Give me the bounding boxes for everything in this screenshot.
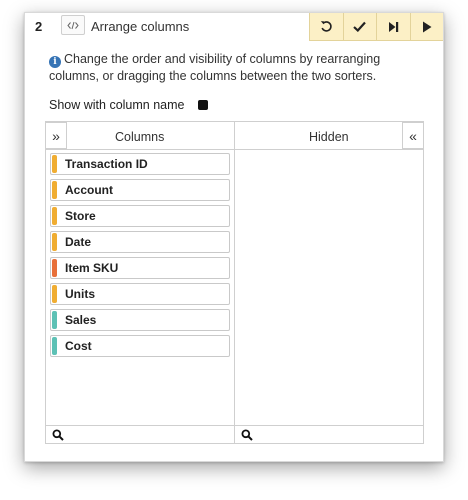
hidden-sorter-title: Hidden — [309, 130, 349, 144]
column-item[interactable]: Transaction ID — [50, 153, 230, 175]
info-icon: i — [49, 56, 61, 68]
column-type-indicator — [52, 155, 57, 173]
apply-button[interactable] — [342, 13, 376, 41]
show-column-name-label: Show with column name — [49, 98, 185, 112]
run-to-here-button[interactable] — [376, 13, 410, 41]
column-type-indicator — [52, 311, 57, 329]
column-sorters: » Columns Transaction ID Account Store Date… — [45, 121, 424, 444]
column-item-label: Units — [65, 287, 95, 301]
column-type-indicator — [52, 233, 57, 251]
column-item-label: Cost — [65, 339, 92, 353]
show-column-name-row: Show with column name — [49, 98, 209, 112]
code-icon — [67, 21, 79, 29]
column-type-indicator — [52, 259, 57, 277]
step-title: Arrange columns — [91, 19, 190, 34]
column-item-label: Account — [65, 183, 113, 197]
step-header: 2 Arrange columns — [25, 13, 443, 41]
run-button[interactable] — [409, 13, 443, 41]
step-toolbar — [309, 13, 443, 41]
undo-icon — [320, 21, 332, 32]
columns-search[interactable] — [46, 425, 234, 443]
columns-sorter-title: Columns — [115, 130, 165, 144]
code-view-button[interactable] — [61, 15, 85, 35]
step-card: 2 Arrange columns i Change the order and… — [24, 12, 444, 462]
undo-button[interactable] — [309, 13, 343, 41]
step-number: 2 — [35, 19, 43, 34]
hidden-search[interactable] — [235, 425, 423, 443]
move-all-to-columns-button[interactable]: « — [402, 122, 424, 149]
hidden-sorter-header: Hidden « — [235, 122, 424, 150]
search-icon — [52, 429, 64, 441]
column-type-indicator — [52, 285, 57, 303]
hidden-sorter: Hidden « — [235, 122, 424, 443]
column-item-label: Sales — [65, 313, 97, 327]
column-item[interactable]: Item SKU — [50, 257, 230, 279]
move-all-to-hidden-button[interactable]: » — [45, 122, 67, 149]
play-icon — [422, 21, 432, 32]
column-item-label: Transaction ID — [65, 157, 148, 171]
check-icon — [353, 21, 367, 32]
column-item[interactable]: Date — [50, 231, 230, 253]
column-item[interactable]: Units — [50, 283, 230, 305]
column-type-indicator — [52, 181, 57, 199]
skip-forward-icon — [388, 21, 398, 32]
column-item-label: Date — [65, 235, 92, 249]
show-column-name-checkbox[interactable] — [198, 100, 209, 110]
columns-sorter: » Columns Transaction ID Account Store Date… — [45, 122, 235, 443]
columns-sorter-header: » Columns — [45, 122, 234, 150]
column-type-indicator — [52, 337, 57, 355]
search-icon — [241, 429, 253, 441]
column-item[interactable]: Cost — [50, 335, 230, 357]
column-item[interactable]: Account — [50, 179, 230, 201]
column-item[interactable]: Store — [50, 205, 230, 227]
column-item[interactable]: Sales — [50, 309, 230, 331]
info-text: Change the order and visibility of colum… — [49, 52, 381, 83]
info-message: i Change the order and visibility of colu… — [49, 51, 419, 84]
columns-list: Transaction ID Account Store Date Item SKU Un… — [50, 153, 230, 361]
column-type-indicator — [52, 207, 57, 225]
column-item-label: Store — [65, 209, 96, 223]
column-item-label: Item SKU — [65, 261, 119, 275]
